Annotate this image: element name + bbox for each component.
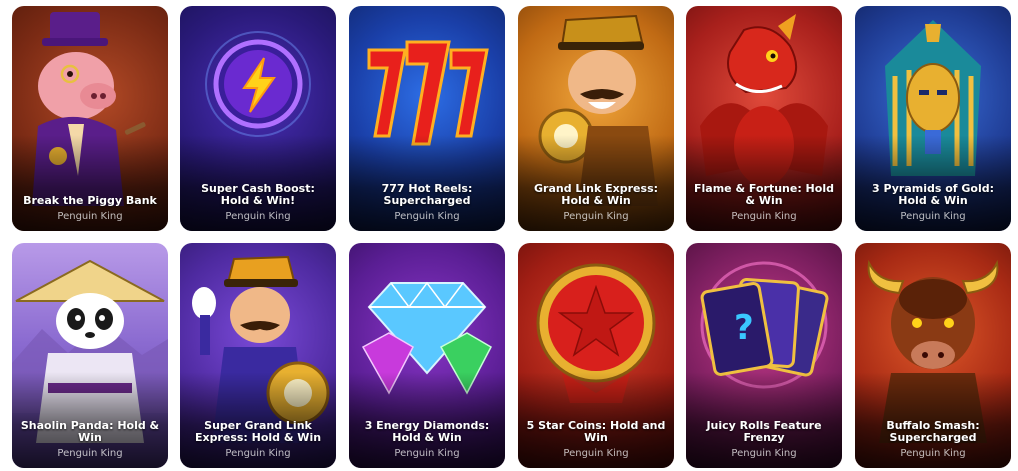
game-title: 3 Pyramids of Gold: Hold & Win bbox=[871, 182, 995, 207]
game-provider: Penguin King bbox=[394, 211, 460, 222]
game-card[interactable]: 777 Hot Reels: Supercharged Penguin King bbox=[349, 6, 505, 231]
game-provider: Penguin King bbox=[225, 448, 291, 459]
game-title: Grand Link Express: Hold & Win bbox=[533, 182, 659, 207]
game-title: Super Grand Link Express: Hold & Win bbox=[194, 419, 322, 444]
game-card[interactable]: Break the Piggy Bank Penguin King bbox=[12, 6, 168, 231]
game-title: Shaolin Panda: Hold & Win bbox=[20, 419, 160, 444]
game-title: 5 Star Coins: Hold and Win bbox=[526, 419, 666, 444]
game-card[interactable]: 5 Star Coins: Hold and Win Penguin King bbox=[518, 243, 674, 468]
game-card[interactable]: Super Grand Link Express: Hold & Win Pen… bbox=[180, 243, 336, 468]
game-card[interactable]: Flame & Fortune: Hold & Win Penguin King bbox=[686, 6, 842, 231]
game-provider: Penguin King bbox=[57, 448, 123, 459]
game-title: Juicy Rolls Feature Frenzy bbox=[706, 419, 822, 444]
game-title: Buffalo Smash: Supercharged bbox=[886, 419, 980, 444]
game-provider: Penguin King bbox=[394, 448, 460, 459]
game-card[interactable]: 3 Energy Diamonds: Hold & Win Penguin Ki… bbox=[349, 243, 505, 468]
game-title: Flame & Fortune: Hold & Win bbox=[694, 182, 834, 207]
game-card[interactable]: 3 Pyramids of Gold: Hold & Win Penguin K… bbox=[855, 6, 1011, 231]
game-provider: Penguin King bbox=[900, 448, 966, 459]
svg-text:?: ? bbox=[734, 308, 754, 348]
game-provider: Penguin King bbox=[563, 448, 629, 459]
game-provider: Penguin King bbox=[731, 211, 797, 222]
game-provider: Penguin King bbox=[225, 211, 291, 222]
game-title: Break the Piggy Bank bbox=[23, 194, 157, 207]
game-provider: Penguin King bbox=[900, 211, 966, 222]
game-card[interactable]: Shaolin Panda: Hold & Win Penguin King bbox=[12, 243, 168, 468]
game-provider: Penguin King bbox=[563, 211, 629, 222]
game-card[interactable]: ? Juicy Rolls Feature Frenzy Penguin Kin… bbox=[686, 243, 842, 468]
game-card[interactable]: Grand Link Express: Hold & Win Penguin K… bbox=[518, 6, 674, 231]
game-card[interactable]: Super Cash Boost: Hold & Win! Penguin Ki… bbox=[180, 6, 336, 231]
game-title: Super Cash Boost: Hold & Win! bbox=[201, 182, 315, 207]
game-provider: Penguin King bbox=[57, 211, 123, 222]
game-title: 3 Energy Diamonds: Hold & Win bbox=[364, 419, 490, 444]
games-grid: Break the Piggy Bank Penguin King Super … bbox=[0, 0, 1018, 471]
game-card[interactable]: Buffalo Smash: Supercharged Penguin King bbox=[855, 243, 1011, 468]
game-title: 777 Hot Reels: Supercharged bbox=[381, 182, 473, 207]
game-provider: Penguin King bbox=[731, 448, 797, 459]
